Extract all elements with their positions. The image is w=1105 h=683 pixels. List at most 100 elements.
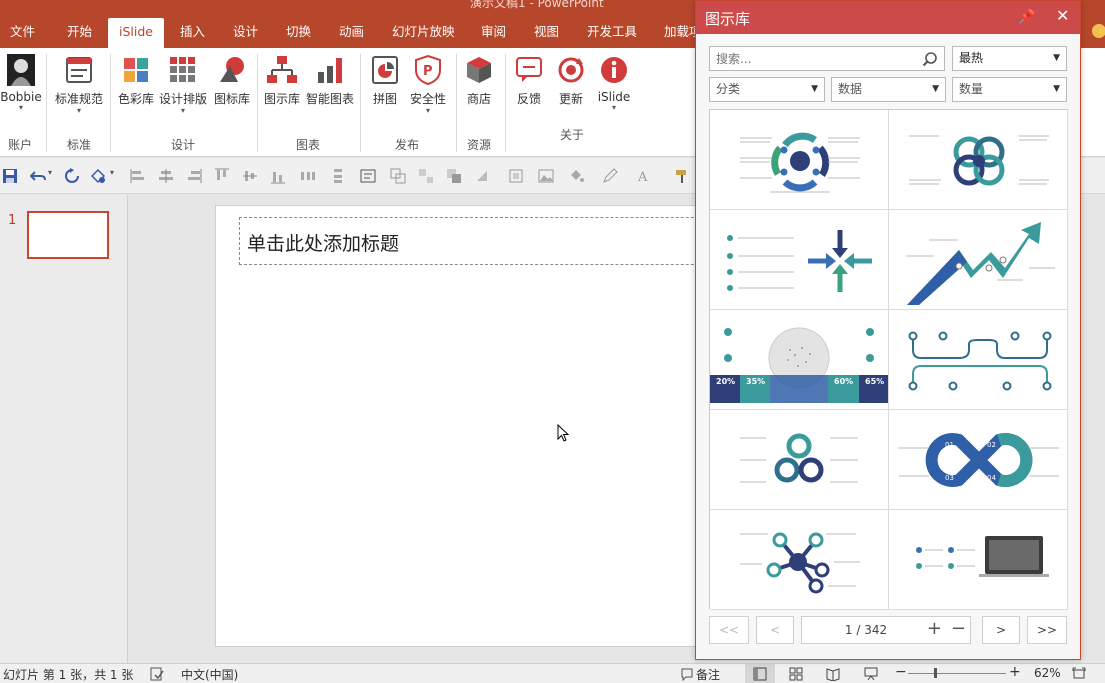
redo-icon[interactable] xyxy=(64,168,80,184)
title-placeholder-text: 单击此处添加标题 xyxy=(247,233,400,255)
diagram-thumbnail[interactable]: 01 02 03 04 xyxy=(889,410,1068,510)
language-status[interactable]: 中文(中国) xyxy=(181,666,238,683)
search-icon[interactable] xyxy=(922,51,938,67)
last-page-button[interactable]: >> xyxy=(1027,616,1067,644)
zoom-out-button[interactable]: − xyxy=(895,664,907,680)
diagram-library-label: 图示库 xyxy=(263,92,300,106)
layout-button[interactable]: 设计排版 ▾ xyxy=(158,54,208,134)
text-box-icon[interactable] xyxy=(360,168,376,184)
sort-select[interactable]: 最热 ▼ xyxy=(952,46,1067,71)
category-select[interactable]: 分类 ▼ xyxy=(709,77,825,102)
feedback-smiley-icon[interactable] xyxy=(1092,24,1105,38)
status-bar: 幻灯片 第 1 张，共 1 张 中文(中国) 备注 − + 62% xyxy=(0,663,1105,683)
normal-view-icon xyxy=(753,667,767,681)
picture-icon[interactable] xyxy=(538,168,554,184)
notes-button[interactable]: 备注 xyxy=(696,666,720,683)
chevron-down-icon: ▼ xyxy=(932,84,939,94)
rotate-icon[interactable] xyxy=(474,168,490,184)
security-button[interactable]: P 安全性 ▾ xyxy=(404,54,452,134)
zoom-in-button[interactable]: + xyxy=(1009,664,1021,680)
diagram-library-button[interactable]: 图示库 xyxy=(258,54,306,134)
tab-home[interactable]: 开始 xyxy=(61,18,98,48)
tab-review[interactable]: 审阅 xyxy=(475,18,512,48)
tab-slideshow[interactable]: 幻灯片放映 xyxy=(386,18,461,48)
account-button[interactable]: Bobbie ▾ xyxy=(0,54,48,134)
tab-transitions[interactable]: 切换 xyxy=(280,18,317,48)
outline-pen-icon[interactable] xyxy=(602,168,618,184)
font-color-icon[interactable]: A xyxy=(636,168,652,184)
icon-library-button[interactable]: 图标库 xyxy=(208,54,256,134)
bring-forward-icon[interactable] xyxy=(446,168,462,184)
notes-icon[interactable] xyxy=(680,667,694,681)
align-top-icon[interactable] xyxy=(214,168,230,184)
diagram-thumbnail[interactable] xyxy=(889,310,1068,410)
puzzle-button[interactable]: 拼图 xyxy=(360,54,410,134)
align-center-icon[interactable] xyxy=(158,168,174,184)
page-indicator-text: 1 / 342 xyxy=(844,623,888,637)
diagram-library-panel: 图示库 📌 ✕ 最热 ▼ 分类 ▼ 数据 ▼ 数量 ▼ xyxy=(695,0,1081,660)
normal-view-button[interactable] xyxy=(745,664,775,683)
reading-view-icon[interactable] xyxy=(826,667,840,681)
quantity-select[interactable]: 数量 ▼ xyxy=(952,77,1067,102)
close-icon[interactable]: ✕ xyxy=(1056,6,1069,25)
align-bottom-icon[interactable] xyxy=(270,168,286,184)
pin-icon[interactable]: 📌 xyxy=(1018,9,1035,25)
group-objects-icon[interactable] xyxy=(390,168,406,184)
crop-icon[interactable] xyxy=(508,168,524,184)
diagram-thumbnail[interactable] xyxy=(710,110,889,210)
slideshow-icon[interactable] xyxy=(864,667,878,681)
diagram-thumbnail[interactable] xyxy=(889,210,1068,310)
diagram-thumbnail[interactable] xyxy=(889,110,1068,210)
tab-view[interactable]: 视图 xyxy=(528,18,565,48)
diagram-thumbnail[interactable] xyxy=(889,510,1068,610)
islide-info-button[interactable]: iSlide ▾ xyxy=(588,54,640,134)
distribute-horizontal-icon[interactable] xyxy=(300,168,316,184)
format-painter-icon[interactable] xyxy=(674,168,690,184)
store-button[interactable]: 商店 xyxy=(454,54,504,134)
page-decrease-icon[interactable]: − xyxy=(951,616,966,642)
smart-chart-button[interactable]: 智能图表 xyxy=(304,54,356,134)
chevron-down-icon[interactable]: ▾ xyxy=(110,168,114,177)
standard-label: 标准规范 xyxy=(54,92,103,106)
next-page-button[interactable]: > xyxy=(982,616,1020,644)
diagram-thumbnail[interactable] xyxy=(710,410,889,510)
tab-animations[interactable]: 动画 xyxy=(333,18,370,48)
tab-islide[interactable]: iSlide xyxy=(108,18,164,48)
tab-insert[interactable]: 插入 xyxy=(174,18,211,48)
standard-icon xyxy=(63,54,95,86)
tab-developer[interactable]: 开发工具 xyxy=(581,18,643,48)
ungroup-objects-icon[interactable] xyxy=(418,168,434,184)
first-page-button[interactable]: << xyxy=(709,616,749,644)
shape-select-icon[interactable] xyxy=(90,168,106,184)
search-input[interactable] xyxy=(710,47,910,70)
chevron-down-icon[interactable]: ▾ xyxy=(48,168,52,177)
slide-thumbnail[interactable] xyxy=(27,211,109,259)
color-library-label: 色彩库 xyxy=(117,92,154,106)
distribute-vertical-icon[interactable] xyxy=(330,168,346,184)
title-placeholder[interactable]: 单击此处添加标题 xyxy=(239,217,759,265)
save-icon[interactable] xyxy=(2,168,18,184)
zoom-slider-track[interactable] xyxy=(908,673,1006,674)
smart-chart-label: 智能图表 xyxy=(305,92,354,106)
tab-design[interactable]: 设计 xyxy=(227,18,264,48)
data-select[interactable]: 数据 ▼ xyxy=(831,77,946,102)
page-increase-icon[interactable]: + xyxy=(927,616,942,642)
prev-page-button[interactable]: < xyxy=(756,616,794,644)
zoom-level[interactable]: 62% xyxy=(1034,666,1061,680)
align-left-icon[interactable] xyxy=(130,168,146,184)
slide-count-status: 幻灯片 第 1 张，共 1 张 xyxy=(3,668,134,682)
fill-bucket-icon[interactable] xyxy=(568,168,584,184)
standard-button[interactable]: 标准规范 ▾ xyxy=(52,54,106,134)
diagram-thumbnail[interactable]: 20% 35% 60% 65% xyxy=(710,310,889,410)
diagram-thumbnail[interactable] xyxy=(710,210,889,310)
tab-file[interactable]: 文件 xyxy=(4,18,41,48)
spell-check-icon[interactable] xyxy=(150,667,164,681)
slide-sorter-icon[interactable] xyxy=(789,667,803,681)
zoom-slider-thumb[interactable] xyxy=(934,668,937,678)
align-right-icon[interactable] xyxy=(186,168,202,184)
fit-slide-icon[interactable] xyxy=(1072,667,1086,681)
undo-icon[interactable] xyxy=(30,168,46,184)
diagram-thumbnail[interactable] xyxy=(710,510,889,610)
align-middle-icon[interactable] xyxy=(242,168,258,184)
color-library-button[interactable]: 色彩库 xyxy=(112,54,160,134)
